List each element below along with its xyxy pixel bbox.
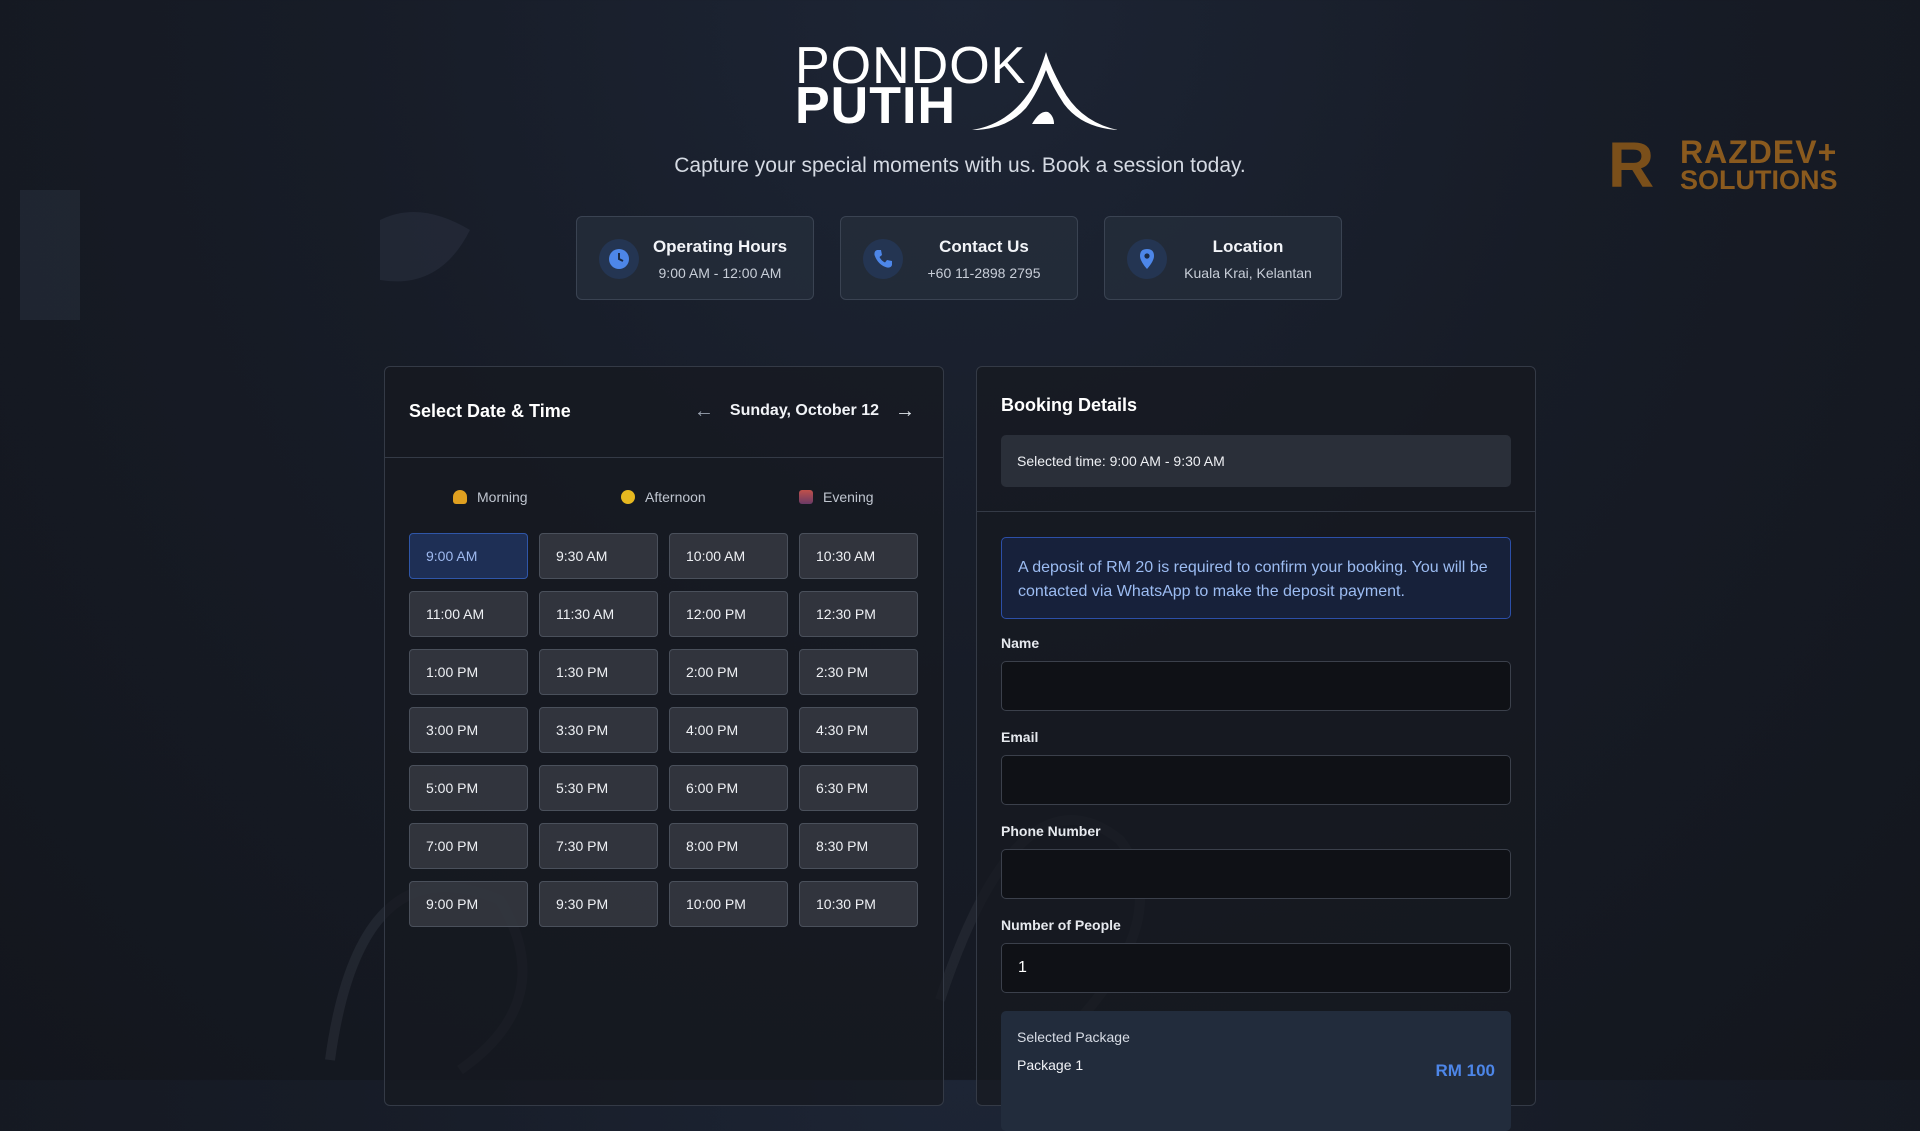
time-slot-button[interactable]: 10:30 AM [799, 533, 918, 579]
time-slot-button[interactable]: 7:30 PM [539, 823, 658, 869]
time-slot-button[interactable]: 4:30 PM [799, 707, 918, 753]
time-slot-button[interactable]: 9:30 PM [539, 881, 658, 927]
operating-hours-card: Operating Hours 9:00 AM - 12:00 AM [576, 216, 814, 300]
selected-package-label: Selected Package [1017, 1029, 1130, 1045]
selected-time-display: Selected time: 9:00 AM - 9:30 AM [1001, 435, 1511, 487]
location-card[interactable]: Location Kuala Krai, Kelantan [1104, 216, 1342, 300]
time-slot-button[interactable]: 9:30 AM [539, 533, 658, 579]
time-slot-button[interactable]: 2:30 PM [799, 649, 918, 695]
selected-package[interactable]: Selected Package Package 1 RM 100 [1001, 1011, 1511, 1131]
period-legend: Morning Afternoon Evening [385, 489, 943, 509]
time-slot-button[interactable]: 2:00 PM [669, 649, 788, 695]
time-slot-button[interactable]: 4:00 PM [669, 707, 788, 753]
name-input[interactable] [1001, 661, 1511, 711]
partner-logo-line-1: RAZDEV+ [1680, 134, 1838, 170]
next-date-button[interactable]: → [895, 401, 915, 421]
time-slot-button[interactable]: 3:00 PM [409, 707, 528, 753]
phone-input[interactable] [1001, 849, 1511, 899]
location-value: Kuala Krai, Kelantan [1184, 265, 1312, 281]
time-slot-button[interactable]: 12:00 PM [669, 591, 788, 637]
contact-value: +60 11-2898 2795 [927, 265, 1041, 281]
time-slot-button[interactable]: 5:00 PM [409, 765, 528, 811]
booking-details-title: Booking Details [1001, 395, 1138, 415]
period-evening: Evening [799, 489, 874, 505]
partner-logo: R RAZDEV+ SOLUTIONS [1608, 129, 1870, 201]
time-slot-button[interactable]: 12:30 PM [799, 591, 918, 637]
partner-logo-mark: R [1608, 129, 1655, 201]
time-slot-button[interactable]: 9:00 AM [409, 533, 528, 579]
package-name: Package 1 [1017, 1057, 1084, 1073]
time-slot-button[interactable]: 8:30 PM [799, 823, 918, 869]
sun-icon [621, 490, 635, 504]
booking-details-panel: Booking Details Selected time: 9:00 AM -… [976, 366, 1536, 1131]
operating-hours-value: 9:00 AM - 12:00 AM [658, 265, 782, 281]
time-slot-grid: 9:00 AM 9:30 AM 10:00 AM 10:30 AM 11:00 AM 11… [409, 533, 921, 927]
time-slot-button[interactable]: 7:00 PM [409, 823, 528, 869]
date-time-header: Select Date & Time ← Sunday, October 12 … [385, 367, 943, 458]
people-input[interactable] [1001, 943, 1511, 993]
contact-title: Contact Us [939, 237, 1029, 256]
time-slot-button[interactable]: 3:30 PM [539, 707, 658, 753]
package-price: RM 100 [1435, 1061, 1495, 1080]
period-afternoon-label: Afternoon [645, 489, 706, 505]
tent-icon [972, 52, 1118, 130]
location-title: Location [1212, 237, 1284, 256]
time-slot-button[interactable]: 10:00 AM [669, 533, 788, 579]
time-slot-button[interactable]: 11:30 AM [539, 591, 658, 637]
time-slot-button[interactable]: 6:30 PM [799, 765, 918, 811]
period-evening-label: Evening [823, 489, 874, 505]
sunset-icon [799, 490, 813, 504]
period-morning-label: Morning [477, 489, 528, 505]
current-date: Sunday, October 12 [729, 402, 879, 419]
time-slot-button[interactable]: 5:30 PM [539, 765, 658, 811]
time-slot-button[interactable]: 11:00 AM [409, 591, 528, 637]
time-slot-button[interactable]: 10:00 PM [669, 881, 788, 927]
date-time-title: Select Date & Time [409, 401, 571, 421]
pondok-putih-logo: PONDOK PUTIH [795, 40, 1125, 134]
deposit-notice: A deposit of RM 20 is required to confir… [1001, 537, 1511, 619]
email-input[interactable] [1001, 755, 1511, 805]
phone-label: Phone Number [1001, 823, 1101, 839]
period-morning: Morning [453, 489, 528, 505]
prev-date-button[interactable]: ← [694, 401, 714, 421]
contact-card[interactable]: Contact Us +60 11-2898 2795 [840, 216, 1078, 300]
date-time-panel: Select Date & Time ← Sunday, October 12 … [384, 366, 944, 1106]
morning-icon [453, 490, 467, 504]
name-label: Name [1001, 635, 1040, 651]
time-slot-button[interactable]: 6:00 PM [669, 765, 788, 811]
divider [977, 511, 1535, 512]
time-slot-button[interactable]: 9:00 PM [409, 881, 528, 927]
people-label: Number of People [1001, 917, 1121, 933]
operating-hours-title: Operating Hours [652, 237, 788, 256]
time-slot-button[interactable]: 1:00 PM [409, 649, 528, 695]
date-navigator: ← Sunday, October 12 → [694, 401, 915, 421]
period-afternoon: Afternoon [621, 489, 706, 505]
time-slot-button[interactable]: 1:30 PM [539, 649, 658, 695]
email-label: Email [1001, 729, 1039, 745]
time-slot-button[interactable]: 10:30 PM [799, 881, 918, 927]
time-slot-button[interactable]: 8:00 PM [669, 823, 788, 869]
partner-logo-line-2: SOLUTIONS [1680, 165, 1838, 195]
